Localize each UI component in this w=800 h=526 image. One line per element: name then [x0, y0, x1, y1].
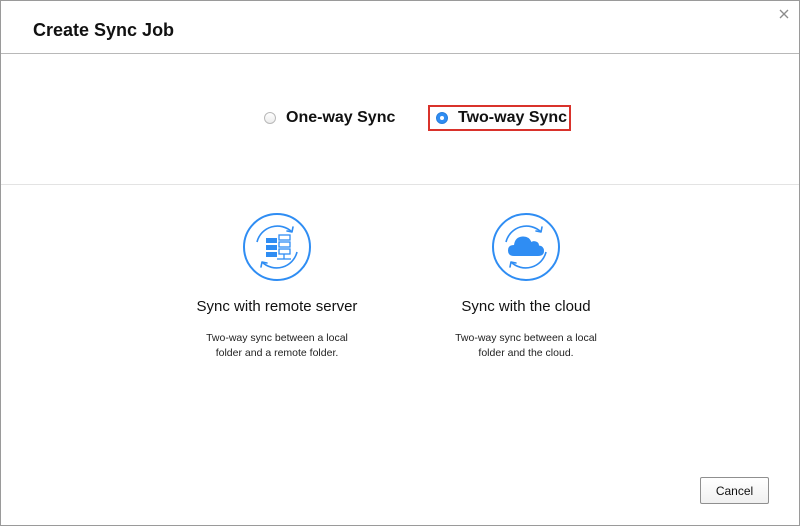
cloud-description: Two-way sync between a local folder and … [455, 332, 597, 359]
one-way-sync-radio[interactable] [264, 112, 276, 124]
cloud-sync-icon [492, 213, 560, 281]
close-icon [779, 9, 789, 19]
remote-server-title: Sync with remote server [196, 298, 358, 315]
sync-cloud-option[interactable]: Sync with the cloud Two-way sync between… [426, 211, 626, 361]
close-button[interactable] [777, 7, 791, 21]
dialog-title: Create Sync Job [33, 20, 175, 40]
create-sync-job-dialog: Create Sync Job One-way Sync Two-way Syn… [0, 0, 800, 526]
two-way-sync-option[interactable]: Two-way Sync [428, 105, 571, 131]
sync-mode-selector: One-way Sync Two-way Sync [1, 54, 799, 185]
sync-remote-server-option[interactable]: Sync with remote server Two-way sync bet… [177, 211, 377, 361]
cancel-button[interactable]: Cancel [700, 477, 769, 504]
two-way-sync-label: Two-way Sync [458, 109, 568, 126]
dialog-titlebar: Create Sync Job [1, 1, 799, 54]
remote-server-description: Two-way sync between a local folder and … [206, 332, 348, 359]
server-sync-icon [243, 213, 311, 281]
one-way-sync-option[interactable]: One-way Sync [264, 109, 395, 127]
cloud-title: Sync with the cloud [461, 298, 591, 315]
one-way-sync-label: One-way Sync [286, 109, 396, 126]
two-way-sync-radio[interactable] [436, 112, 448, 124]
